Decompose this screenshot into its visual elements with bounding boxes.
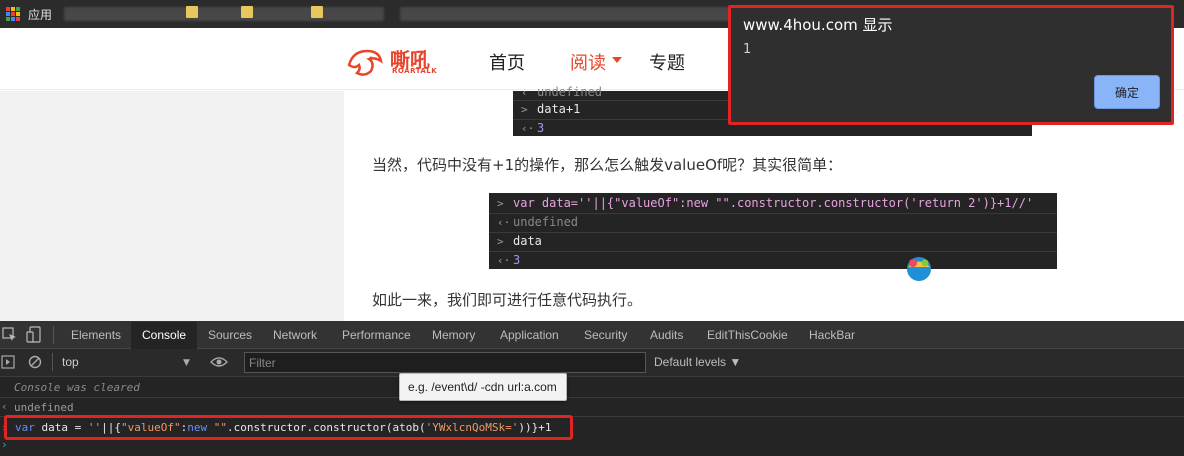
left-gutter	[0, 91, 344, 321]
log-levels-select[interactable]: Default levels ▼	[654, 355, 741, 369]
tab-sources[interactable]: Sources	[208, 328, 252, 342]
sidebar-toggle-icon[interactable]	[1, 355, 15, 369]
filter-input[interactable]	[249, 355, 639, 370]
tab-memory[interactable]: Memory	[432, 328, 475, 342]
tab-hackbar[interactable]: HackBar	[809, 328, 855, 342]
tab-console[interactable]: Console	[142, 328, 186, 342]
nav-home[interactable]: 首页	[489, 49, 525, 75]
toolbar-divider	[52, 353, 53, 371]
floating-widget-icon[interactable]	[904, 254, 934, 282]
console-message: Console was cleared	[14, 381, 140, 394]
code-image-2: > var data=''||{"valueOf":new "".constru…	[489, 193, 1057, 269]
code-text: data+1	[537, 102, 581, 116]
nav-read[interactable]: 阅读	[570, 49, 606, 75]
alert-message: 1	[743, 42, 752, 57]
filter-tooltip: e.g. /event\d/ -cdn url:a.com	[399, 373, 567, 401]
code-text: undefined	[537, 85, 603, 99]
article-paragraph: 如此一来，我们即可进行任意代码执行。	[372, 291, 643, 309]
code-text: 3	[513, 253, 521, 267]
ok-button[interactable]: 确定	[1094, 75, 1160, 109]
return-arrow-icon: ‹	[1, 400, 8, 413]
tab-performance[interactable]: Performance	[342, 328, 411, 342]
console-result: undefined	[14, 401, 74, 414]
console-input[interactable]: var data = ''||{"valueOf":new "".constru…	[15, 421, 552, 434]
code-text: data	[513, 234, 542, 248]
code-text: var data=''||{"valueOf":new "".construct…	[513, 196, 1034, 210]
context-select[interactable]: top	[62, 355, 79, 369]
article-paragraph: 当然，代码中没有+1的操作，那么怎么触发valueOf呢？其实很简单：	[372, 156, 843, 174]
logo-subtext: ROARTALK	[392, 67, 438, 75]
alert-title: www.4hou.com 显示	[743, 16, 893, 34]
clear-console-icon[interactable]	[28, 355, 42, 369]
logo-icon[interactable]	[345, 45, 385, 79]
device-toolbar-icon[interactable]	[26, 326, 42, 344]
code-text: undefined	[513, 215, 579, 229]
tab-audits[interactable]: Audits	[650, 328, 683, 342]
tab-security[interactable]: Security	[584, 328, 627, 342]
tab-application[interactable]: Application	[500, 328, 559, 342]
tab-divider	[53, 326, 54, 344]
filter-field[interactable]	[244, 352, 646, 373]
inspect-element-icon[interactable]	[2, 327, 18, 343]
console-divider	[0, 397, 1184, 398]
chevron-down-icon[interactable]: ▼	[183, 358, 190, 368]
apps-icon[interactable]	[6, 7, 20, 21]
tab-network[interactable]: Network	[273, 328, 317, 342]
tab-elements[interactable]: Elements	[71, 328, 121, 342]
tab-editthiscookie[interactable]: EditThisCookie	[707, 328, 788, 342]
apps-bookmark[interactable]: 应用	[28, 6, 52, 23]
eye-icon[interactable]	[210, 356, 228, 368]
code-text: 3	[537, 121, 545, 135]
nav-topics[interactable]: 专题	[649, 49, 685, 75]
chevron-down-icon[interactable]	[612, 57, 622, 63]
